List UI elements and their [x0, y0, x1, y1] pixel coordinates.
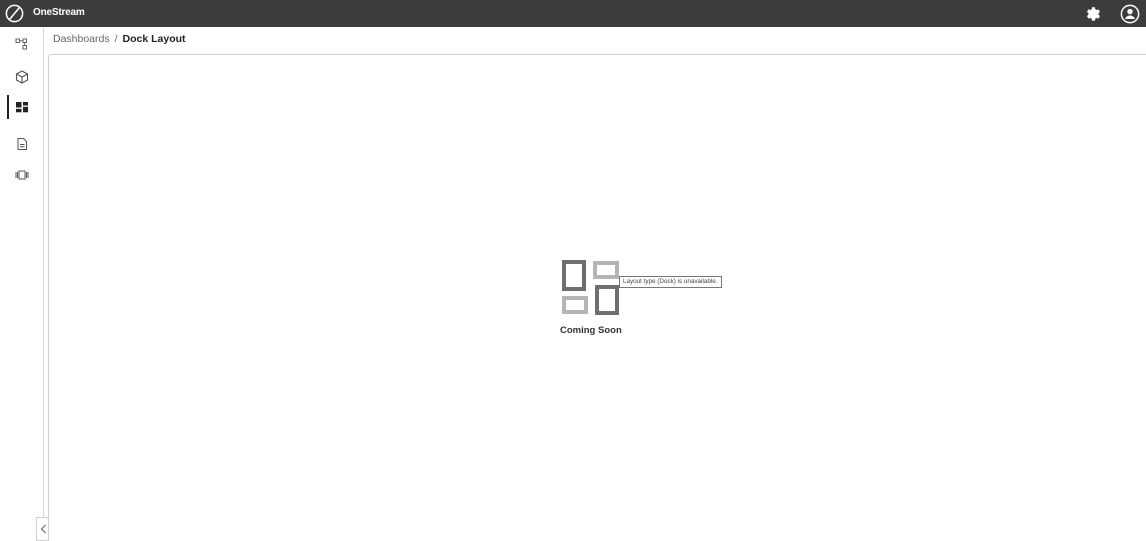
sidebar-item-documents[interactable]: [0, 129, 44, 159]
breadcrumb-separator: /: [114, 33, 118, 45]
coming-soon-label: Coming Soon: [560, 325, 622, 336]
sidebar-item-hierarchy[interactable]: [0, 29, 44, 59]
top-bar: OneStream: [0, 0, 1146, 27]
cube-icon: [15, 70, 29, 84]
chevron-left-icon: [40, 524, 46, 534]
hierarchy-icon: [15, 38, 27, 50]
sidebar-item-carousel[interactable]: [0, 160, 44, 190]
dock-layout-placeholder-icon: [562, 260, 619, 315]
settings-gear-icon[interactable]: [1084, 5, 1102, 23]
user-account-icon[interactable]: [1120, 4, 1140, 24]
sidebar-item-dashboards[interactable]: [0, 92, 44, 122]
breadcrumb: Dashboards / Dock Layout: [53, 33, 186, 45]
onestream-logo-icon[interactable]: [4, 3, 25, 24]
breadcrumb-current: Dock Layout: [122, 33, 186, 45]
unavailable-tooltip: Layout type (Dock) is unavailable.: [619, 276, 722, 288]
brand-name: OneStream: [33, 7, 85, 18]
breadcrumb-link-dashboards[interactable]: Dashboards: [53, 33, 110, 45]
dashboard-icon: [16, 102, 28, 113]
sidebar-item-cube[interactable]: [0, 62, 44, 92]
carousel-icon: [15, 170, 29, 180]
left-sidebar: [0, 27, 50, 541]
document-icon: [17, 138, 27, 150]
